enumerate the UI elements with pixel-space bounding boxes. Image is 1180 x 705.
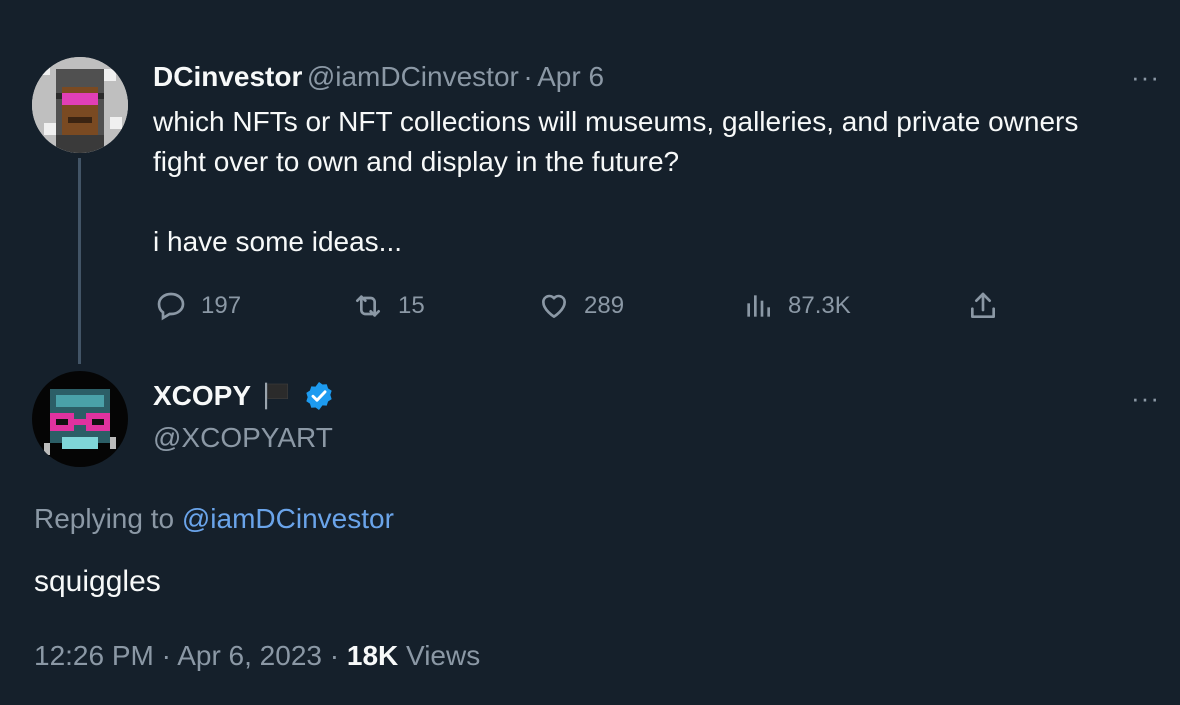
replying-handle-link[interactable]: @iamDCinvestor <box>182 503 394 534</box>
retweet-icon <box>356 295 380 317</box>
views-label: Views <box>406 640 481 671</box>
replying-to: Replying to @iamDCinvestor <box>34 503 394 535</box>
display-name[interactable]: DCinvestor <box>153 61 302 92</box>
tweet-meta: 12:26 PM · Apr 6, 2023 · 18K Views <box>34 640 480 672</box>
thread-connector-line <box>78 158 81 364</box>
separator-dot: · <box>329 640 340 671</box>
tweet-date[interactable]: Apr 6 <box>537 61 604 92</box>
more-options-icon[interactable]: ··· <box>1131 62 1160 93</box>
like-button[interactable]: 289 <box>538 290 624 322</box>
reply-count: 197 <box>201 292 242 319</box>
black-flag-icon <box>261 380 293 412</box>
bar-chart-icon <box>747 295 770 317</box>
tweet-date[interactable]: Apr 6, 2023 <box>177 640 322 671</box>
separator-dot: · <box>161 640 171 671</box>
reply-text: squiggles <box>34 565 161 598</box>
xcopy-avatar[interactable] <box>32 371 128 467</box>
more-options-icon[interactable]: ··· <box>1131 383 1160 414</box>
share-button[interactable] <box>967 290 999 322</box>
dcinvestor-avatar[interactable] <box>32 57 128 153</box>
replying-prefix: Replying to <box>34 503 175 534</box>
views-count: 18K <box>346 640 399 671</box>
retweet-count: 15 <box>398 292 425 319</box>
reply-button[interactable]: 197 <box>155 290 241 322</box>
separator-dot: · <box>523 61 533 92</box>
user-handle[interactable]: @iamDCinvestor <box>307 61 519 92</box>
heart-icon <box>542 294 566 318</box>
views-button[interactable]: 87.3K <box>742 290 851 322</box>
verified-badge-icon[interactable] <box>303 380 335 412</box>
user-handle[interactable]: @XCOPYART <box>153 422 333 454</box>
reply-author: XCOPY <box>153 380 335 412</box>
views-count: 87.3K <box>788 292 851 319</box>
like-count: 289 <box>584 292 625 319</box>
tweet-text: which NFTs or NFT collections will museu… <box>153 106 1079 257</box>
tweet-time[interactable]: 12:26 PM <box>34 640 154 671</box>
tweet-header: DCinvestor @iamDCinvestor · Apr 6 <box>153 61 604 93</box>
speech-bubble-icon <box>157 292 185 321</box>
share-icon <box>971 292 995 318</box>
retweet-button[interactable]: 15 <box>352 290 425 322</box>
display-name[interactable]: XCOPY <box>153 380 251 412</box>
